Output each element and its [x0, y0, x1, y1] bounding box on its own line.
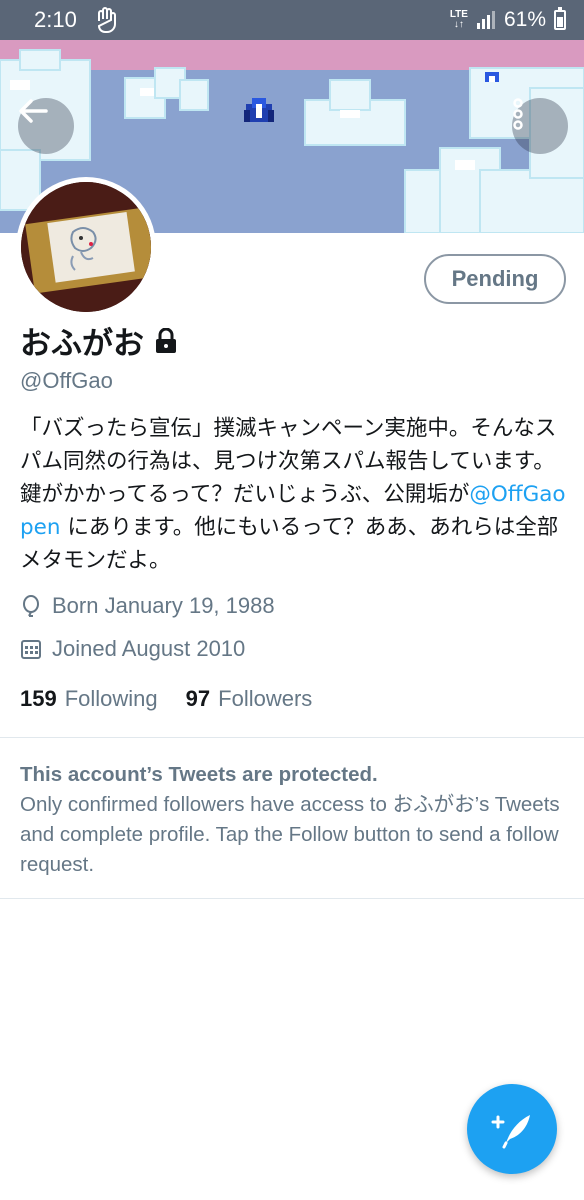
- display-name: おふがお: [20, 326, 144, 362]
- back-button[interactable]: [18, 98, 74, 154]
- follow-stats: 159 Following 97 Followers: [20, 686, 312, 712]
- avatar[interactable]: [16, 177, 156, 317]
- pending-follow-button[interactable]: Pending: [424, 254, 566, 304]
- more-options-button[interactable]: [512, 98, 568, 154]
- divider: [0, 737, 584, 738]
- compose-tweet-icon: [491, 1115, 530, 1149]
- following-link[interactable]: 159 Following: [20, 686, 158, 712]
- birthday-text: Born January 19, 1988: [52, 593, 275, 618]
- protected-body: Only confirmed followers have access to …: [20, 793, 560, 876]
- followers-link[interactable]: 97 Followers: [186, 686, 313, 712]
- joined-row: Joined August 2010: [20, 636, 245, 662]
- bio-text-end: にあります。他にもいるって？ああ、あれらは全部メタモンだよ。: [20, 515, 559, 573]
- battery-icon: [554, 7, 566, 30]
- arrow-left-icon: [19, 99, 48, 123]
- lock-icon: [156, 327, 176, 353]
- user-handle: @OffGao: [20, 368, 113, 393]
- signal-icon: [476, 11, 495, 29]
- followers-count: 97: [185, 686, 211, 711]
- status-time: 2:10: [34, 7, 77, 32]
- status-bar: 2:10 LTE ↓↑ 61%: [0, 0, 584, 40]
- following-count: 159: [20, 686, 57, 711]
- gesture-hand-icon: [97, 7, 116, 33]
- protected-notice: This account’s Tweets are protected. Onl…: [20, 760, 568, 880]
- avatar-image: [21, 182, 151, 312]
- bio: 「バズったら宣伝」撲滅キャンペーン実施中。そんなスパム同然の行為は、見つけ次第ス…: [20, 412, 568, 577]
- status-indicators: LTE ↓↑ 61%: [449, 7, 566, 32]
- following-label: Following: [64, 686, 158, 711]
- compose-tweet-button[interactable]: [467, 1084, 557, 1174]
- divider: [0, 898, 584, 899]
- network-type: LTE ↓↑: [449, 9, 468, 30]
- joined-text: Joined August 2010: [52, 636, 246, 661]
- more-vertical-icon: [513, 98, 523, 130]
- battery-percent: 61%: [503, 8, 546, 31]
- balloon-icon: [23, 595, 39, 617]
- display-name-row: おふがお: [20, 318, 178, 363]
- calendar-icon: [21, 640, 41, 659]
- birthday-row: Born January 19, 1988: [20, 593, 275, 619]
- followers-label: Followers: [218, 686, 313, 711]
- protected-title: This account’s Tweets are protected.: [20, 763, 378, 786]
